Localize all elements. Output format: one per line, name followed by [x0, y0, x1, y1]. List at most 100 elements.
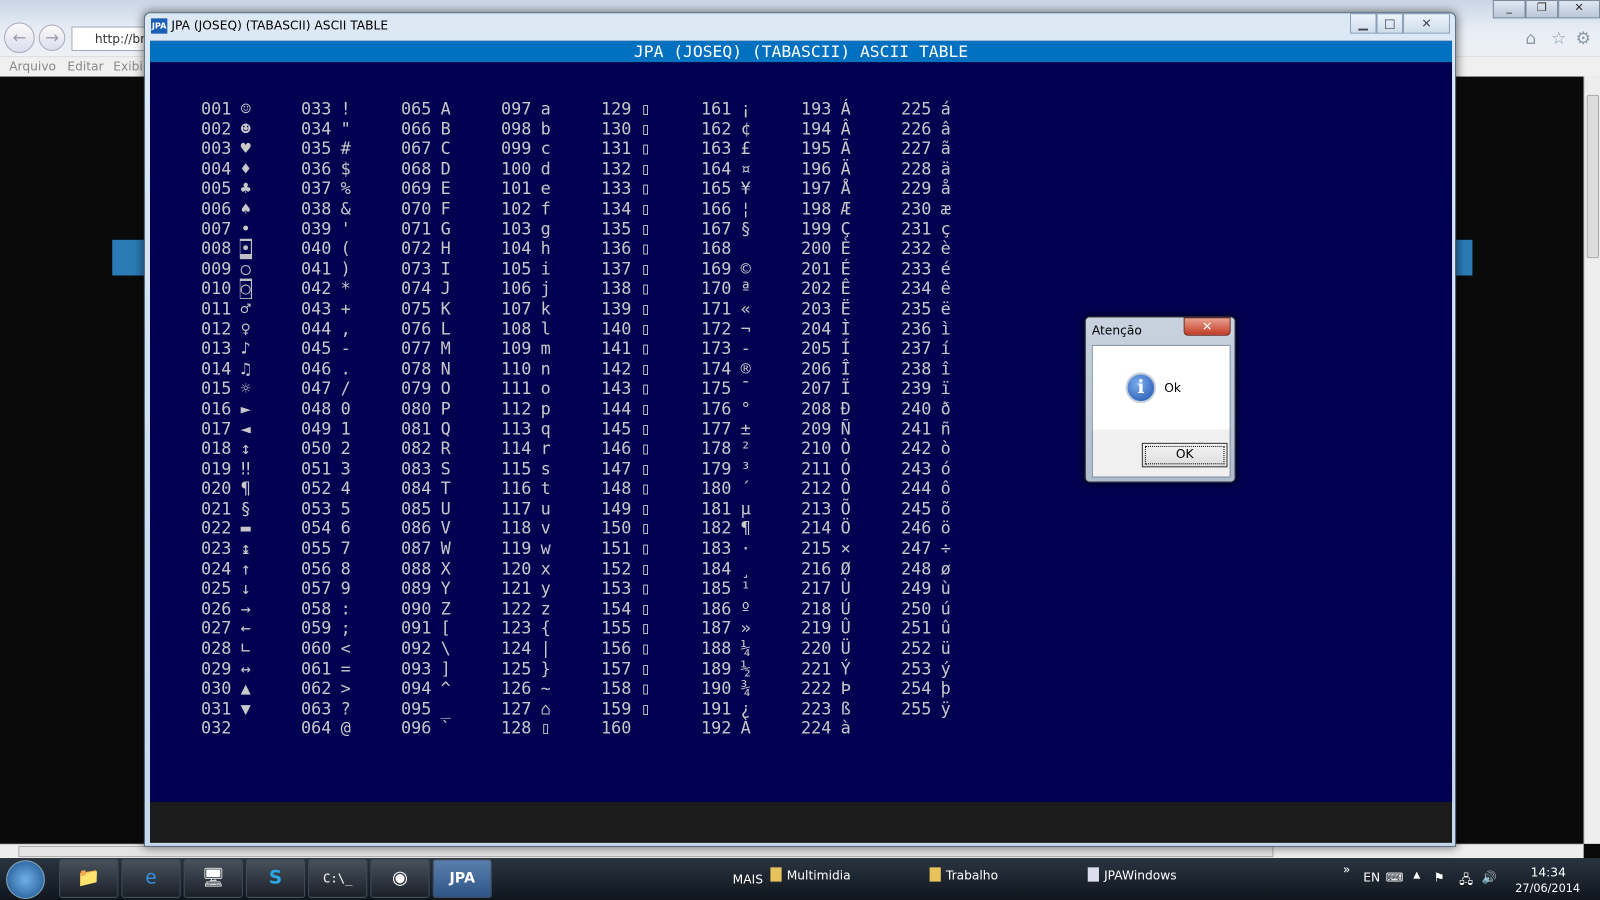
ascii-code: 054: [301, 518, 332, 539]
ascii-code: 213: [801, 498, 832, 519]
taskbar-explorer-icon[interactable]: 📁: [59, 859, 119, 898]
ascii-char: Æ: [840, 198, 851, 219]
ascii-code: 048: [301, 398, 332, 419]
ascii-entry: 065 A: [401, 99, 452, 119]
browser-close-button[interactable]: ✕: [1558, 0, 1600, 19]
ascii-char: ♥: [240, 138, 251, 159]
ascii-entry: 051 3: [301, 459, 352, 479]
window-title: JPA (JOSEQ) (TABASCII) ASCII TABLE: [171, 18, 389, 33]
volume-icon[interactable]: 🔊: [1482, 870, 1497, 884]
flag-icon[interactable]: ⚑: [1434, 870, 1445, 884]
ascii-entry: 255 ÿ: [901, 699, 952, 719]
ascii-char: @: [340, 718, 351, 739]
toolbar-multimidia[interactable]: Multimidia: [770, 867, 851, 883]
ascii-entry: 251 û: [901, 619, 952, 639]
browser-minimize-button[interactable]: _: [1492, 0, 1526, 19]
toolbar-more[interactable]: MAIS: [733, 872, 763, 886]
taskbar-cmd-icon[interactable]: C:\_: [308, 859, 368, 898]
dialog-close-button[interactable]: ✕: [1183, 317, 1231, 336]
ascii-code: 242: [901, 438, 932, 459]
ascii-char: ☻: [240, 118, 251, 139]
taskbar-app-icon[interactable]: ◉: [370, 859, 430, 898]
menu-editar[interactable]: Editar: [67, 59, 103, 73]
taskbar-skype-icon[interactable]: S: [245, 859, 306, 898]
ascii-entry: 203 Ë: [801, 299, 852, 319]
ascii-char: l: [540, 318, 551, 339]
ascii-entry: 177 ±: [701, 419, 752, 439]
ascii-entry: 212 Ô: [801, 479, 852, 499]
vertical-scrollbar[interactable]: [1583, 76, 1600, 844]
clock-date[interactable]: 27/06/2014: [1515, 882, 1580, 895]
menu-arquivo[interactable]: Arquivo: [9, 59, 56, 73]
ascii-char: ▯: [640, 558, 651, 579]
ascii-column: 065 A 066 B 067 C 068 D 069 E 070 F 071 G 072 H 073 I 074 J…: [401, 99, 452, 739]
ok-button[interactable]: OK: [1141, 442, 1228, 468]
ascii-entry: 015 ☼: [201, 379, 252, 399]
taskbar-jpa-icon[interactable]: JPA: [432, 859, 492, 898]
ascii-entry: 069 E: [401, 179, 452, 199]
toolbar-overflow-icon[interactable]: »: [1343, 862, 1350, 876]
ascii-code: 085: [401, 498, 432, 519]
gear-icon[interactable]: ⚙: [1575, 29, 1591, 49]
ascii-code: 001: [201, 98, 232, 119]
ascii-code: 123: [501, 618, 532, 639]
start-button[interactable]: [6, 860, 45, 899]
ascii-code: 182: [701, 518, 732, 539]
show-hidden-icons[interactable]: ▲: [1413, 870, 1420, 880]
ascii-entry: 082 R: [401, 439, 452, 459]
menu-exibir[interactable]: Exibir: [113, 59, 148, 73]
ascii-char: ▯: [640, 138, 651, 159]
ascii-code: 155: [601, 618, 632, 639]
ascii-entry: 102 f: [501, 199, 552, 219]
back-button[interactable]: ←: [4, 22, 35, 54]
forward-button[interactable]: →: [38, 24, 66, 52]
taskbar-computer-icon[interactable]: 🖥: [183, 859, 243, 898]
ascii-char: º: [740, 598, 751, 619]
address-bar[interactable]: http://br: [71, 26, 154, 52]
ascii-char: ▯: [640, 218, 651, 239]
ascii-code: 211: [801, 458, 832, 479]
ascii-code: 150: [601, 518, 632, 539]
ascii-entry: 161 ¡: [701, 99, 752, 119]
home-icon[interactable]: ⌂: [1525, 29, 1536, 49]
ascii-char: ▯: [640, 238, 651, 259]
ascii-entry: 116 t: [501, 479, 552, 499]
toolbar-trabalho[interactable]: Trabalho: [929, 867, 998, 883]
ascii-char: Ë: [840, 298, 851, 319]
taskbar-ie-icon[interactable]: e: [121, 859, 181, 898]
ascii-code: 042: [301, 278, 332, 299]
toolbar-jpawindows[interactable]: JPAWindows: [1087, 867, 1177, 883]
ascii-char: ¥: [740, 178, 751, 199]
ascii-entry: 148 ▯: [601, 479, 652, 499]
ascii-char: ‼: [240, 458, 251, 479]
ascii-char: ': [340, 218, 351, 239]
ascii-char: ▯: [640, 538, 651, 559]
keyboard-icon[interactable]: ⌨: [1386, 870, 1404, 884]
browser-restore-button[interactable]: ❐: [1525, 0, 1559, 19]
favorites-star-icon[interactable]: ☆: [1551, 29, 1567, 49]
clock-time[interactable]: 14:34: [1531, 865, 1566, 879]
ascii-code: 121: [501, 578, 532, 599]
ascii-entry: 178 ²: [701, 439, 752, 459]
ascii-code: 075: [401, 298, 432, 319]
language-indicator[interactable]: EN: [1363, 870, 1380, 884]
ascii-entry: 040 (: [301, 239, 352, 259]
ascii-code: 169: [701, 258, 732, 279]
ascii-code: 181: [701, 498, 732, 519]
ascii-char: ¾: [740, 678, 751, 699]
ascii-char: Ù: [840, 578, 851, 599]
ascii-entry: 048 0: [301, 399, 352, 419]
network-icon[interactable]: 🖧: [1459, 870, 1473, 891]
ascii-code: 126: [501, 678, 532, 699]
ascii-code: 154: [601, 598, 632, 619]
maximize-button[interactable]: □: [1376, 13, 1404, 34]
ascii-entry: 035 #: [301, 139, 352, 159]
ascii-entry: 020 ¶: [201, 479, 252, 499]
close-button[interactable]: ✕: [1403, 13, 1450, 34]
ascii-code: 141: [601, 338, 632, 359]
ascii-code: 052: [301, 478, 332, 499]
ascii-char: ▯: [640, 638, 651, 659]
ascii-entry: 183 ·: [701, 539, 752, 559]
minimize-button[interactable]: ▁: [1349, 13, 1377, 34]
ascii-char: A: [440, 98, 451, 119]
